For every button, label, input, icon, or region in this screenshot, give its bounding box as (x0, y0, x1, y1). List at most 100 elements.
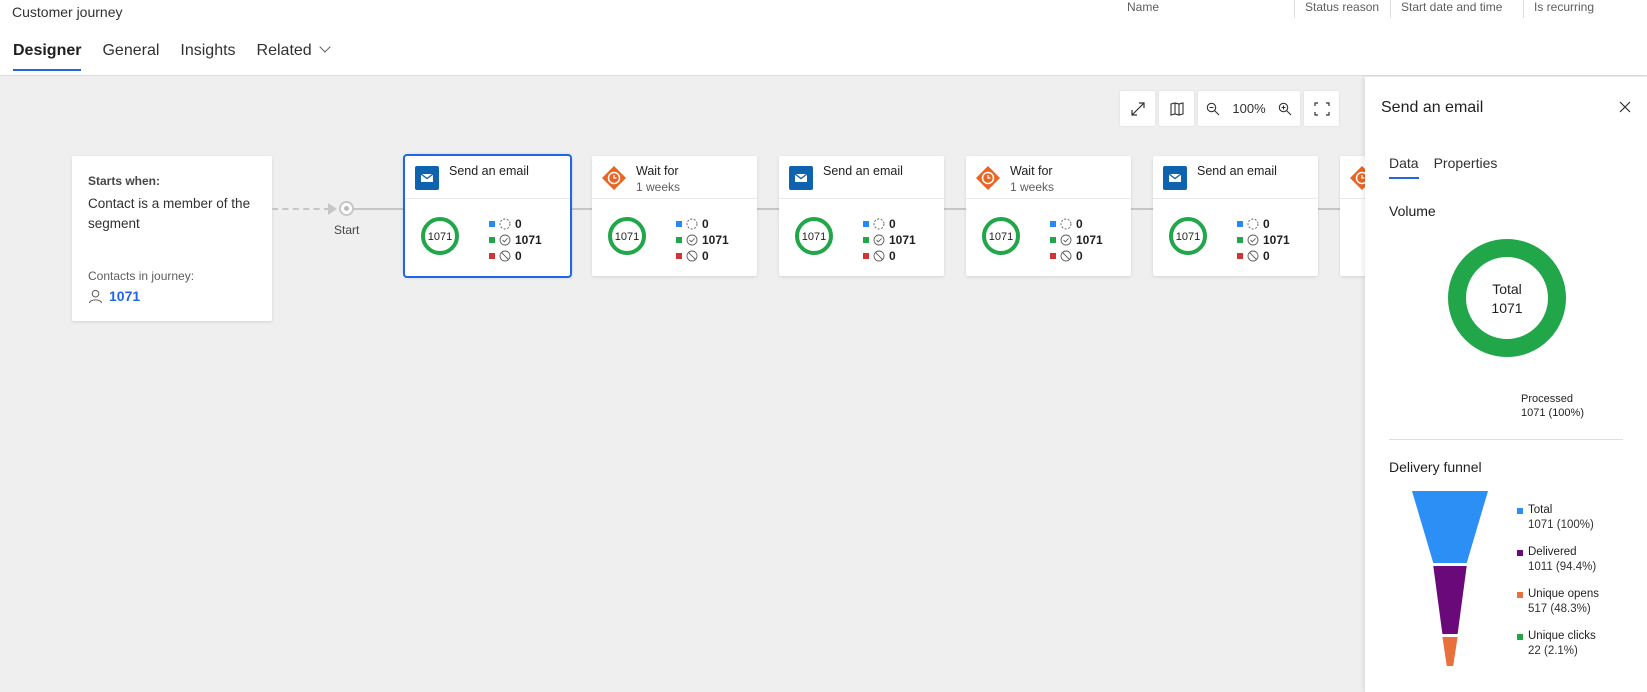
panel-tabs: Data Properties (1389, 155, 1497, 179)
tile-header: Send an email (779, 156, 944, 199)
processed-count: 1071 (1263, 233, 1290, 247)
map-button[interactable] (1159, 91, 1194, 126)
delivery-funnel-heading: Delivery funnel (1389, 459, 1482, 475)
pending-count: 0 (702, 217, 709, 231)
pending-count: 0 (515, 217, 522, 231)
header-columns: Name Status reason Start date and time I… (0, 0, 1647, 20)
processed-count: 1071 (889, 233, 916, 247)
funnel-stage-delivered (1433, 566, 1467, 634)
legend-swatch (1517, 549, 1523, 556)
stat-pending: 0 (489, 216, 542, 232)
zoom-in-icon[interactable] (1278, 102, 1292, 116)
header-col-name: Name (1127, 0, 1160, 14)
stopped-count: 0 (1263, 249, 1270, 263)
trigger-condition: Contact is a member of the segment (88, 196, 251, 231)
pending-icon (686, 218, 698, 230)
trigger-card[interactable]: Starts when: Contact is a member of the … (72, 156, 272, 321)
stat-stopped: 0 (1050, 248, 1103, 264)
tile-header: Send an email (1153, 156, 1318, 199)
tile-progress-ring: 1071 (982, 217, 1020, 255)
stat-processed: 1071 (1050, 232, 1103, 248)
processed-count: 1071 (702, 233, 729, 247)
stopped-count: 0 (889, 249, 896, 263)
zoom-out-icon[interactable] (1206, 102, 1220, 116)
donut-segment-processed (1448, 239, 1566, 357)
funnel-legend-item: Unique clicks 22 (2.1%) (1517, 629, 1599, 659)
blocked-icon (1060, 250, 1072, 262)
tile-title: Send an email (449, 164, 529, 178)
pending-icon (499, 218, 511, 230)
tile-title: Wait for (636, 164, 679, 178)
expand-icon (1130, 101, 1145, 116)
stat-stopped: 0 (676, 248, 729, 264)
tab-insights[interactable]: Insights (180, 40, 235, 70)
legend-swatch (1517, 591, 1523, 598)
journey-tile-wait[interactable]: Wait for 1 weeks 1071 0 1071 0 (966, 156, 1131, 276)
blocked-icon (499, 250, 511, 262)
stat-stopped: 0 (1237, 248, 1290, 264)
tile-stats: 0 1071 0 (1050, 216, 1103, 264)
processed-count: 1071 (1076, 233, 1103, 247)
check-circle-icon (686, 234, 698, 246)
panel-title: Send an email (1381, 99, 1484, 116)
header-col-status-reason: Status reason (1294, 0, 1379, 18)
journey-tile-email[interactable]: Send an email 1071 0 1071 0 (779, 156, 944, 276)
stat-stopped: 0 (863, 248, 916, 264)
journey-tile-email[interactable]: Send an email 1071 0 1071 0 (1153, 156, 1318, 276)
tab-general[interactable]: General (102, 40, 159, 70)
tile-total: 1071 (802, 231, 826, 243)
check-circle-icon (499, 234, 511, 246)
tile-title: Send an email (1197, 164, 1277, 178)
contacts-in-journey-label: Contacts in journey: (88, 269, 195, 283)
journey-canvas[interactable]: 100% Starts when: Contact is a member of… (0, 77, 1365, 692)
legend-label: Delivered (1517, 545, 1599, 560)
tab-designer[interactable]: Designer (13, 40, 82, 71)
stat-pending: 0 (1050, 216, 1103, 232)
wait-clock-icon (602, 166, 626, 190)
close-icon[interactable] (1617, 99, 1633, 115)
header-col-is-recurring: Is recurring (1523, 0, 1594, 18)
trigger-connector (272, 208, 330, 210)
wait-clock-icon (976, 166, 1000, 190)
tab-related-label: Related (256, 42, 312, 59)
tab-designer-label: Designer (13, 42, 82, 59)
funnel-legend-item: Unique opens 517 (48.3%) (1517, 587, 1599, 617)
journey-tile-wait[interactable]: Wait for 1 weeks 1071 0 1071 0 (592, 156, 757, 276)
funnel-legend-item: Delivered 1011 (94.4%) (1517, 545, 1599, 575)
panel-tab-properties[interactable]: Properties (1434, 155, 1498, 179)
section-divider (1389, 439, 1623, 440)
contacts-count: 1071 (109, 288, 141, 304)
tile-stats: 0 1071 0 (676, 216, 729, 264)
stat-processed: 1071 (863, 232, 916, 248)
fit-to-screen-icon (1313, 101, 1330, 116)
blocked-icon (686, 250, 698, 262)
legend-label-text: Total (1528, 504, 1553, 516)
tile-progress-ring: 1071 (1169, 217, 1207, 255)
tab-general-label: General (102, 42, 160, 59)
stat-pending: 0 (676, 216, 729, 232)
processed-value: 1071 (100%) (1521, 407, 1584, 419)
tile-total: 1071 (615, 231, 639, 243)
tile-header (1340, 156, 1365, 199)
email-icon (789, 166, 813, 190)
expand-button[interactable] (1120, 91, 1155, 126)
funnel-legend: Total 1071 (100%) Delivered 1011 (94.4%) U… (1517, 503, 1599, 671)
tab-related[interactable]: Related (256, 40, 331, 70)
funnel-legend-item: Total 1071 (100%) (1517, 503, 1599, 533)
contacts-count-link[interactable]: 1071 (88, 288, 140, 304)
journey-tile-email[interactable]: Send an email 1071 0 1071 0 (403, 154, 572, 278)
check-circle-icon (1247, 234, 1259, 246)
journey-tile-wait[interactable] (1340, 156, 1365, 276)
stopped-count: 0 (515, 249, 522, 263)
panel-tab-data[interactable]: Data (1389, 155, 1419, 179)
stat-stopped: 0 (489, 248, 542, 264)
delivery-funnel-chart (1412, 491, 1488, 666)
stopped-count: 0 (1076, 249, 1083, 263)
legend-swatch (1517, 633, 1523, 640)
fit-to-screen-button[interactable] (1304, 91, 1339, 126)
start-node-icon (339, 201, 354, 216)
main-tabs: Designer General Insights Related (13, 40, 350, 71)
zoom-control: 100% (1198, 91, 1300, 126)
properties-panel: Send an email Data Properties Volume Tot… (1365, 77, 1647, 692)
legend-value: 22 (2.1%) (1528, 645, 1578, 657)
